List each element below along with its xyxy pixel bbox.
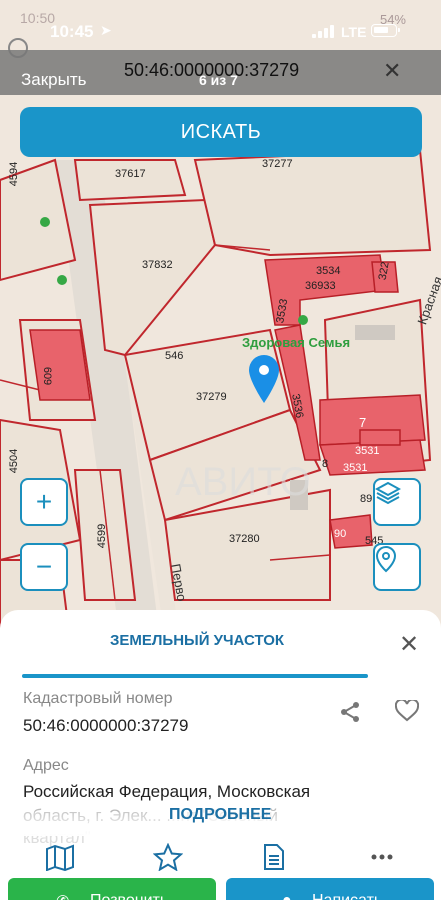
cad-number-value: 50:46:0000000:37279 (23, 716, 189, 735)
network-type: LTE (341, 24, 367, 40)
layers-button[interactable] (373, 478, 421, 526)
plus-icon: + (35, 486, 53, 517)
parcel-label: 36933 (305, 280, 336, 292)
map-marker-icon (375, 545, 397, 573)
close-icon[interactable]: ✕ (383, 58, 401, 84)
cad-number-label: Кадастровый номер (23, 690, 173, 707)
call-button[interactable]: ✆ Позвонить (8, 878, 216, 900)
document-icon (264, 844, 284, 870)
write-button[interactable]: ● Написать (226, 878, 434, 900)
favorite-heart-icon[interactable] (394, 698, 420, 727)
zoom-out-button[interactable]: − (20, 543, 68, 591)
parcel-label: 3531 (355, 445, 380, 457)
parcel-label: 37617 (115, 168, 146, 180)
sheet-title: ЗЕМЕЛЬНЫЙ УЧАСТОК (110, 632, 285, 649)
more-details-button[interactable]: ПОДРОБНЕЕ (169, 806, 272, 824)
cadastral-map[interactable]: АВИТО 37277 37617 37832 36933 3534 322 3… (0, 0, 441, 640)
app-screen: АВИТО 37277 37617 37832 36933 3534 322 3… (0, 0, 441, 900)
favorites-tab[interactable] (151, 840, 185, 874)
parcel-label: 37832 (142, 259, 173, 271)
map-icon (46, 844, 74, 871)
address-line: Российская Федерация, Московская (23, 782, 311, 801)
close-button[interactable]: Закрыть (21, 70, 86, 90)
address-label: Адрес (23, 757, 69, 774)
parcel-label: 3534 (316, 265, 341, 277)
signal-icon (312, 25, 336, 38)
svg-text:АВИТО: АВИТО (175, 460, 311, 504)
parcel-label: 37280 (229, 533, 260, 545)
more-dots-icon (371, 854, 393, 860)
parcel-label: 89 (360, 493, 373, 505)
parcel-label: 609 (41, 366, 54, 386)
search-button[interactable]: ИСКАТЬ (20, 107, 422, 157)
parcel-label: 3531 (343, 462, 368, 474)
parcel-label: 4594 (8, 161, 21, 187)
call-label: Позвонить (90, 892, 168, 900)
parcel-label: 90 (334, 528, 347, 540)
parcel-label: 4599 (96, 523, 109, 549)
status-time: 10:45 (50, 22, 94, 41)
tab-indicator (22, 674, 368, 678)
location-arrow-icon: ➤ (100, 22, 112, 38)
parcel-label: 8 (322, 458, 329, 470)
message-icon: ● (282, 892, 292, 900)
share-icon[interactable] (338, 700, 362, 729)
poi-label: Здоровая Семья (242, 335, 351, 350)
battery-icon (371, 24, 400, 37)
more-tab[interactable] (365, 840, 399, 874)
documents-tab[interactable] (257, 840, 291, 874)
phone-icon: ✆ (56, 892, 69, 900)
parcel-label: 546 (165, 350, 184, 362)
zoom-in-button[interactable]: + (20, 478, 68, 526)
map-tab[interactable] (43, 840, 77, 874)
parcel-label: 37277 (262, 158, 293, 170)
write-label: Написать (312, 892, 382, 900)
close-sheet-icon[interactable]: ✕ (399, 630, 419, 659)
layers-icon (375, 481, 401, 505)
my-location-button[interactable] (373, 543, 421, 591)
star-icon (153, 843, 183, 871)
parcel-label: 37279 (196, 391, 227, 403)
page-counter: 6 из 7 (199, 72, 238, 88)
parcel-label: 7 (359, 415, 367, 430)
minus-icon: − (35, 551, 53, 582)
parcel-label: 4504 (8, 448, 21, 474)
